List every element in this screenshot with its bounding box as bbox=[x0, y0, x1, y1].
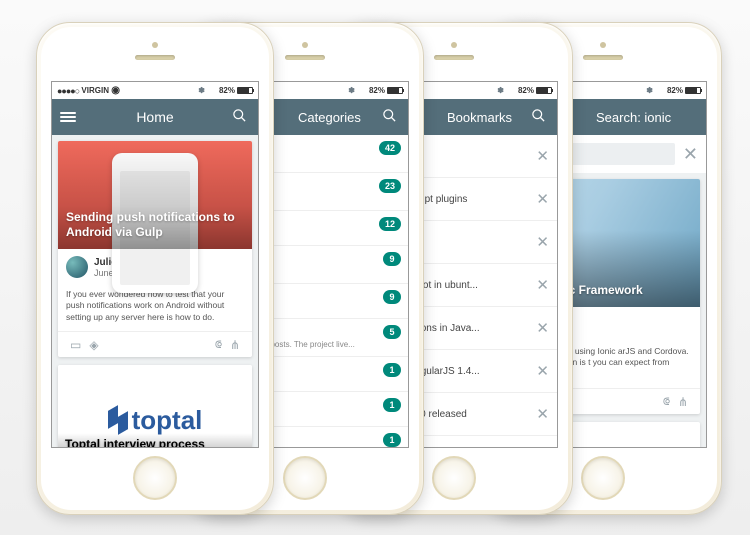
search-icon bbox=[531, 108, 546, 123]
count-badge: 5 bbox=[383, 325, 401, 339]
folder-icon[interactable]: ▭ bbox=[66, 338, 85, 352]
remove-icon[interactable]: ✕ bbox=[530, 147, 549, 165]
search-icon bbox=[382, 108, 397, 123]
count-badge: 1 bbox=[383, 363, 401, 377]
carrier-label: VIRGIN bbox=[81, 86, 109, 95]
toptal-logo: toptal bbox=[108, 405, 203, 436]
wifi-icon: ◉ bbox=[111, 85, 120, 96]
count-badge: 9 bbox=[383, 290, 401, 304]
count-badge: 42 bbox=[379, 141, 401, 155]
author-avatar[interactable] bbox=[66, 256, 88, 278]
battery-icon bbox=[685, 87, 701, 94]
home-button-hardware[interactable] bbox=[432, 456, 476, 500]
battery-icon bbox=[536, 87, 552, 94]
battery-pct: 82% bbox=[219, 86, 235, 95]
bluetooth-icon: ✽ bbox=[120, 86, 219, 95]
home-feed[interactable]: Sending push notifications to Android vi… bbox=[52, 135, 258, 447]
home-button-hardware[interactable] bbox=[581, 456, 625, 500]
phone-home: ●●●●○ VIRGIN ◉ ✽ 82% Home bbox=[36, 22, 274, 515]
search-button[interactable] bbox=[228, 108, 250, 127]
search-button[interactable] bbox=[527, 108, 549, 127]
count-badge: 23 bbox=[379, 179, 401, 193]
remove-icon[interactable]: ✕ bbox=[530, 319, 549, 337]
count-badge: 12 bbox=[379, 217, 401, 231]
count-badge: 9 bbox=[383, 252, 401, 266]
menu-button[interactable] bbox=[60, 110, 82, 124]
battery-icon bbox=[387, 87, 403, 94]
navbar: Home bbox=[52, 99, 258, 135]
screen-title: Home bbox=[82, 109, 228, 125]
home-button-hardware[interactable] bbox=[133, 456, 177, 500]
count-badge: 1 bbox=[383, 433, 401, 447]
remove-icon[interactable]: ✕ bbox=[530, 405, 549, 423]
tag-icon[interactable]: ◈ bbox=[85, 338, 102, 352]
remove-icon[interactable]: ✕ bbox=[530, 276, 549, 294]
search-button[interactable] bbox=[378, 108, 400, 127]
hamburger-icon bbox=[60, 112, 76, 122]
post-card[interactable]: Sending push notifications to Android vi… bbox=[58, 141, 252, 357]
battery-icon bbox=[237, 87, 253, 94]
post-title: Sending push notifications to Android vi… bbox=[66, 210, 244, 241]
search-icon bbox=[232, 108, 247, 123]
bookmark-icon[interactable]: ⟃ bbox=[211, 337, 226, 352]
bookmark-icon[interactable]: ⟃ bbox=[659, 394, 674, 409]
remove-icon[interactable]: ✕ bbox=[530, 233, 549, 251]
remove-icon[interactable]: ✕ bbox=[530, 190, 549, 208]
post-card[interactable]: toptal Toptal interview process explaine… bbox=[58, 365, 252, 447]
clear-search-icon[interactable]: ✕ bbox=[683, 144, 698, 165]
post-title: Toptal interview process explained bbox=[65, 437, 245, 447]
share-icon[interactable]: ⋔ bbox=[226, 338, 244, 352]
count-badge: 1 bbox=[383, 398, 401, 412]
status-bar: ●●●●○ VIRGIN ◉ ✽ 82% bbox=[52, 82, 258, 99]
share-icon[interactable]: ⋔ bbox=[674, 395, 692, 409]
home-button-hardware[interactable] bbox=[283, 456, 327, 500]
remove-icon[interactable]: ✕ bbox=[530, 362, 549, 380]
